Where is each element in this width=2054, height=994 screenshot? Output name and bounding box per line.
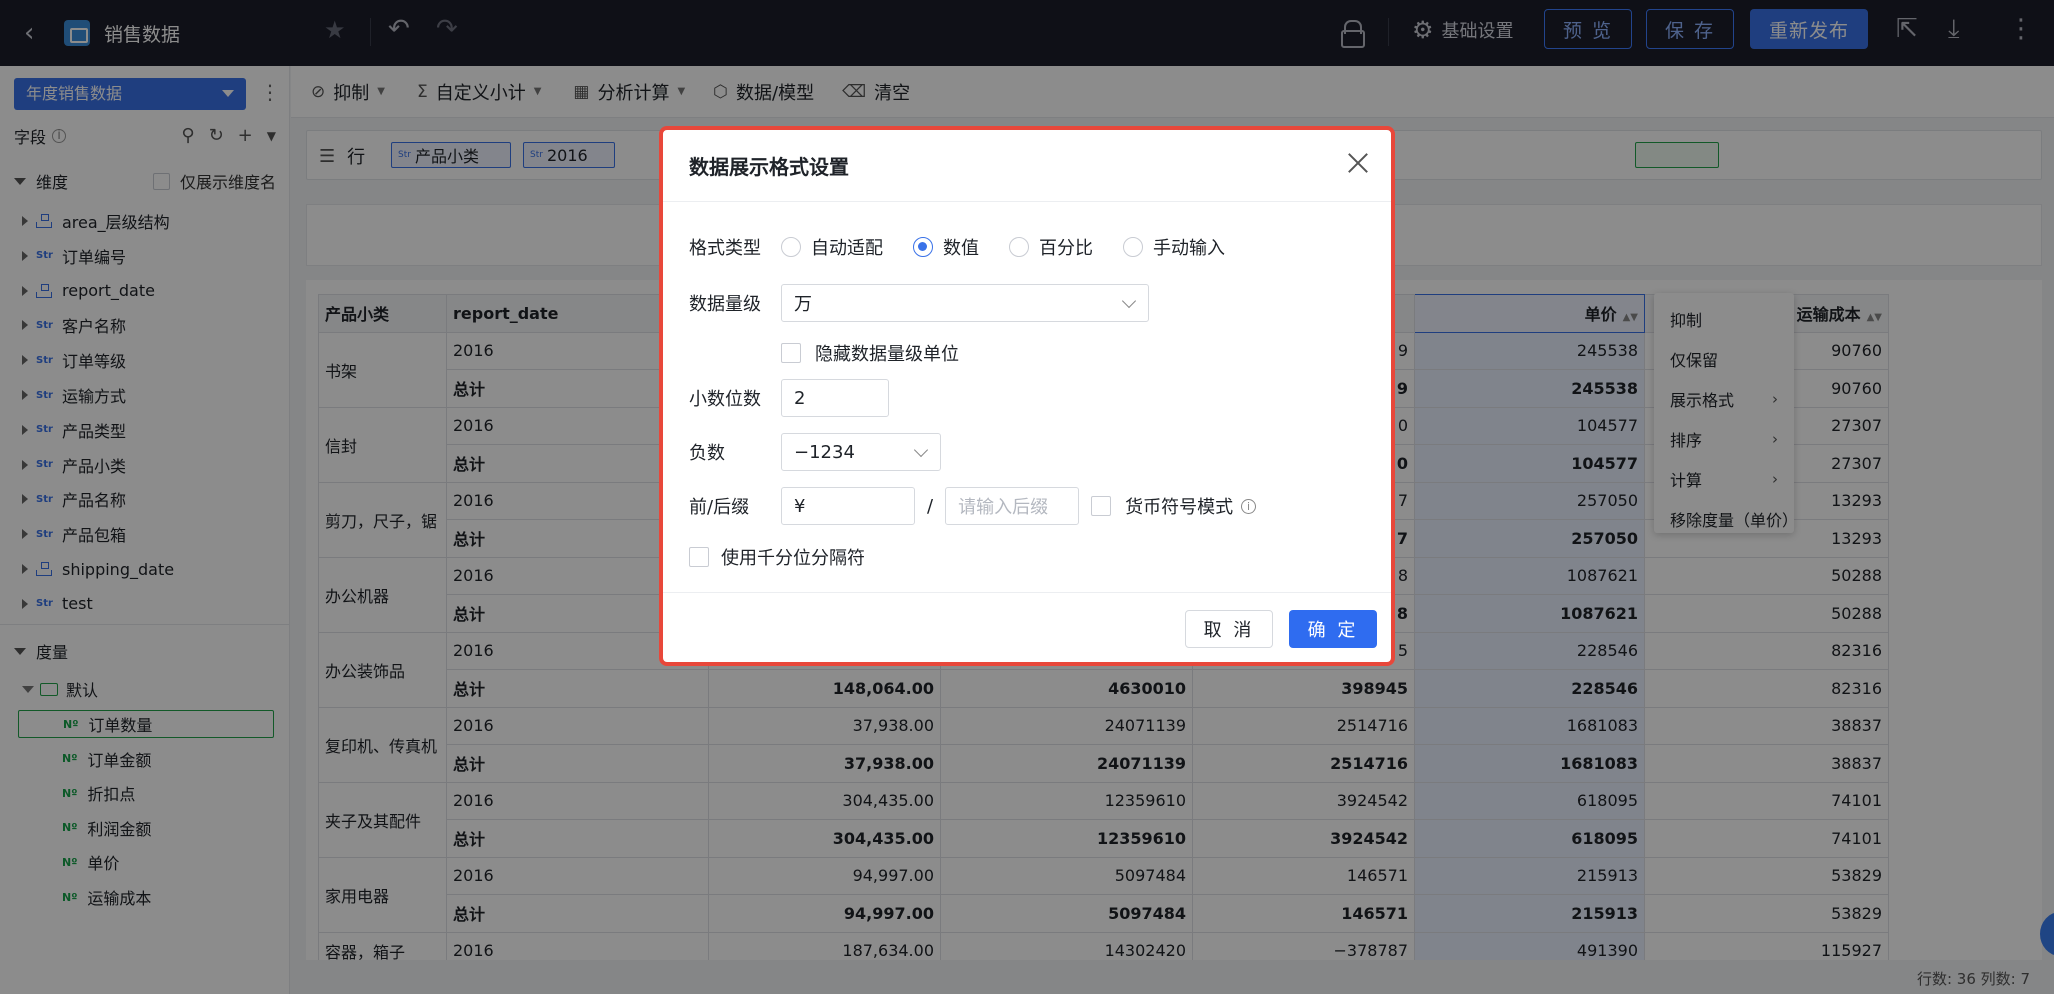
- thousands-separator-label: 使用千分位分隔符: [721, 548, 865, 569]
- confirm-button[interactable]: 确 定: [1289, 610, 1377, 648]
- format-settings-dialog: 数据展示格式设置 格式类型 自动适配 数值 百分比 手动输入 数据量级 万 隐藏…: [659, 126, 1395, 666]
- format-type-label: 格式类型: [689, 238, 761, 259]
- chevron-down-icon: [913, 442, 929, 458]
- dialog-footer-divider: [663, 592, 1391, 593]
- radio-percent[interactable]: 百分比: [1009, 234, 1093, 260]
- prefix-input[interactable]: ¥: [781, 487, 915, 525]
- hide-unit-row[interactable]: 隐藏数据量级单位: [781, 340, 959, 366]
- thousands-row[interactable]: 使用千分位分隔符: [689, 544, 865, 570]
- chevron-down-icon: [1121, 293, 1137, 309]
- currency-mode-checkbox[interactable]: [1091, 496, 1112, 516]
- format-type-row: 格式类型 自动适配 数值 百分比 手动输入: [689, 234, 1255, 260]
- currency-mode-label: 货币符号模式: [1125, 497, 1234, 518]
- thousands-separator-checkbox[interactable]: [689, 547, 709, 567]
- decimals-row: 小数位数 2: [689, 379, 889, 417]
- radio-circle[interactable]: [1123, 237, 1143, 257]
- negative-label: 负数: [689, 443, 725, 464]
- radio-circle[interactable]: [781, 237, 801, 257]
- radio-label: 手动输入: [1153, 238, 1225, 259]
- affix-row: 前/后缀 ¥ / 请输入后缀 货币符号模式 i: [689, 487, 1257, 525]
- radio-label: 数值: [943, 238, 979, 259]
- cancel-button[interactable]: 取 消: [1185, 610, 1273, 648]
- radio-label: 自动适配: [811, 238, 883, 259]
- affix-label: 前/后缀: [689, 497, 750, 518]
- decimals-label: 小数位数: [689, 389, 761, 410]
- negative-value: −1234: [794, 441, 855, 463]
- radio-auto-fit[interactable]: 自动适配: [781, 234, 883, 260]
- suffix-input[interactable]: 请输入后缀: [945, 487, 1080, 525]
- radio-circle[interactable]: [1009, 237, 1029, 257]
- radio-circle[interactable]: [913, 237, 933, 257]
- hide-unit-label: 隐藏数据量级单位: [815, 344, 959, 365]
- dialog-title: 数据展示格式设置: [663, 130, 1391, 202]
- affix-separator: /: [927, 495, 934, 517]
- hide-unit-checkbox[interactable]: [781, 343, 801, 363]
- magnitude-select[interactable]: 万: [781, 284, 1149, 322]
- decimals-input[interactable]: 2: [781, 379, 889, 417]
- negative-row: 负数 −1234: [689, 433, 941, 471]
- magnitude-value: 万: [794, 294, 812, 315]
- negative-format-select[interactable]: −1234: [781, 433, 941, 471]
- magnitude-row: 数据量级 万: [689, 284, 1149, 322]
- close-icon[interactable]: [1347, 152, 1369, 174]
- radio-numeric[interactable]: 数值: [913, 234, 979, 260]
- radio-manual[interactable]: 手动输入: [1123, 234, 1225, 260]
- magnitude-label: 数据量级: [689, 294, 761, 315]
- radio-label: 百分比: [1039, 238, 1093, 259]
- info-icon[interactable]: i: [1241, 498, 1257, 514]
